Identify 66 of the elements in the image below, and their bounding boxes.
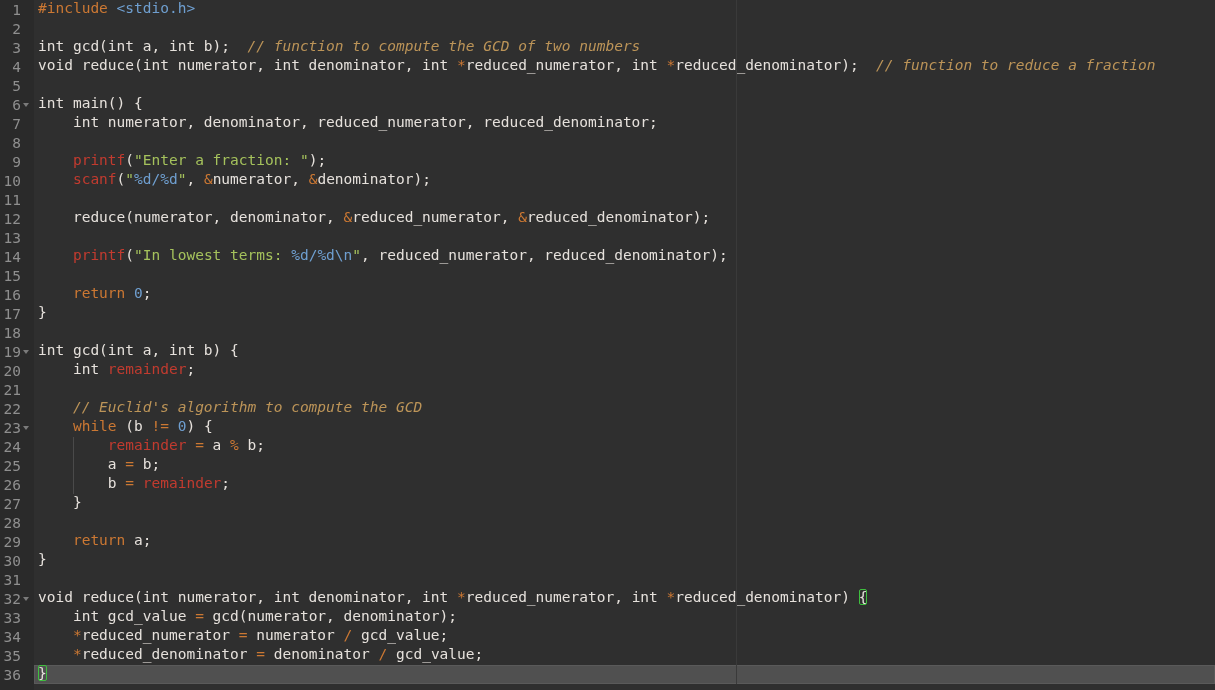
fold-arrow-icon[interactable]	[23, 426, 29, 430]
code-line: a = b;	[106, 456, 161, 472]
code-line: remainder = a % b;	[106, 437, 265, 453]
line-number: 5	[12, 77, 21, 94]
line-number: 27	[3, 495, 21, 512]
code-line: b = remainder;	[106, 475, 231, 491]
code-line: #include <stdio.h>	[38, 0, 196, 16]
fold-arrow-icon[interactable]	[23, 350, 29, 354]
line-number: 2	[12, 20, 21, 37]
fold-arrow-icon[interactable]	[23, 103, 29, 107]
code-line: }	[38, 304, 47, 320]
line-number: 22	[3, 400, 21, 417]
line-number: 8	[12, 134, 21, 151]
code-line: // Euclid's algorithm to compute the GCD	[71, 399, 423, 415]
code-line: *reduced_numerator = numerator / gcd_value;	[71, 627, 449, 643]
code-line: void reduce(int numerator, int denominator, int *reduced_numerator, int *reduced_denominator); // function to reduce a fraction	[38, 57, 1156, 73]
code-line: return a;	[71, 532, 152, 548]
code-line: int gcd(int a, int b) {	[38, 342, 239, 358]
line-number: 11	[3, 191, 21, 208]
code-line: }	[71, 494, 82, 510]
line-number: 1	[12, 1, 21, 18]
line-number: 24	[3, 438, 21, 455]
code-line: printf("In lowest terms: %d/%d\n", reduced_numerator, reduced_denominator);	[71, 247, 728, 263]
line-number: 16	[3, 286, 21, 303]
line-number: 17	[3, 305, 21, 322]
line-number: 23	[3, 419, 21, 436]
line-number: 12	[3, 210, 21, 227]
line-number: 6	[12, 96, 21, 113]
code-line: int main() {	[38, 95, 143, 111]
line-number: 13	[3, 229, 21, 246]
code-line: *reduced_denominator = denominator / gcd_value;	[71, 646, 484, 662]
line-number: 36	[3, 666, 21, 683]
code-line: int gcd(int a, int b); // function to compute the GCD of two numbers	[38, 38, 641, 54]
line-number: 3	[12, 39, 21, 56]
line-number: 31	[3, 571, 21, 588]
line-number: 18	[3, 324, 21, 341]
line-number: 33	[3, 609, 21, 626]
code-line: int remainder;	[71, 361, 196, 377]
code-line: int gcd_value = gcd(numerator, denominator);	[71, 608, 458, 624]
code-line: }	[38, 665, 47, 681]
fold-arrow-icon[interactable]	[23, 597, 29, 601]
code-line: int numerator, denominator, reduced_numerator, reduced_denominator;	[71, 114, 658, 130]
line-number: 7	[12, 115, 21, 132]
line-number: 32	[3, 590, 21, 607]
code-line: while (b != 0) {	[71, 418, 213, 434]
line-number: 9	[12, 153, 21, 170]
line-number: 10	[3, 172, 21, 189]
code-line: return 0;	[71, 285, 152, 301]
line-number: 30	[3, 552, 21, 569]
code-line: printf("Enter a fraction: ");	[71, 152, 327, 168]
code-line: void reduce(int numerator, int denominator, int *reduced_numerator, int *reduced_denominator) {	[38, 589, 868, 605]
line-number: 15	[3, 267, 21, 284]
code-line: }	[38, 551, 47, 567]
line-number: 28	[3, 514, 21, 531]
line-number: 4	[12, 58, 21, 75]
line-number: 25	[3, 457, 21, 474]
line-number: 35	[3, 647, 21, 664]
line-number: 34	[3, 628, 21, 645]
line-number: 26	[3, 476, 21, 493]
code-line: reduce(numerator, denominator, &reduced_numerator, &reduced_denominator);	[71, 209, 711, 225]
line-number: 19	[3, 343, 21, 360]
code-line: scanf("%d/%d", &numerator, &denominator);	[71, 171, 431, 187]
line-number: 14	[3, 248, 21, 265]
line-number: 20	[3, 362, 21, 379]
line-number: 21	[3, 381, 21, 398]
line-number: 29	[3, 533, 21, 550]
